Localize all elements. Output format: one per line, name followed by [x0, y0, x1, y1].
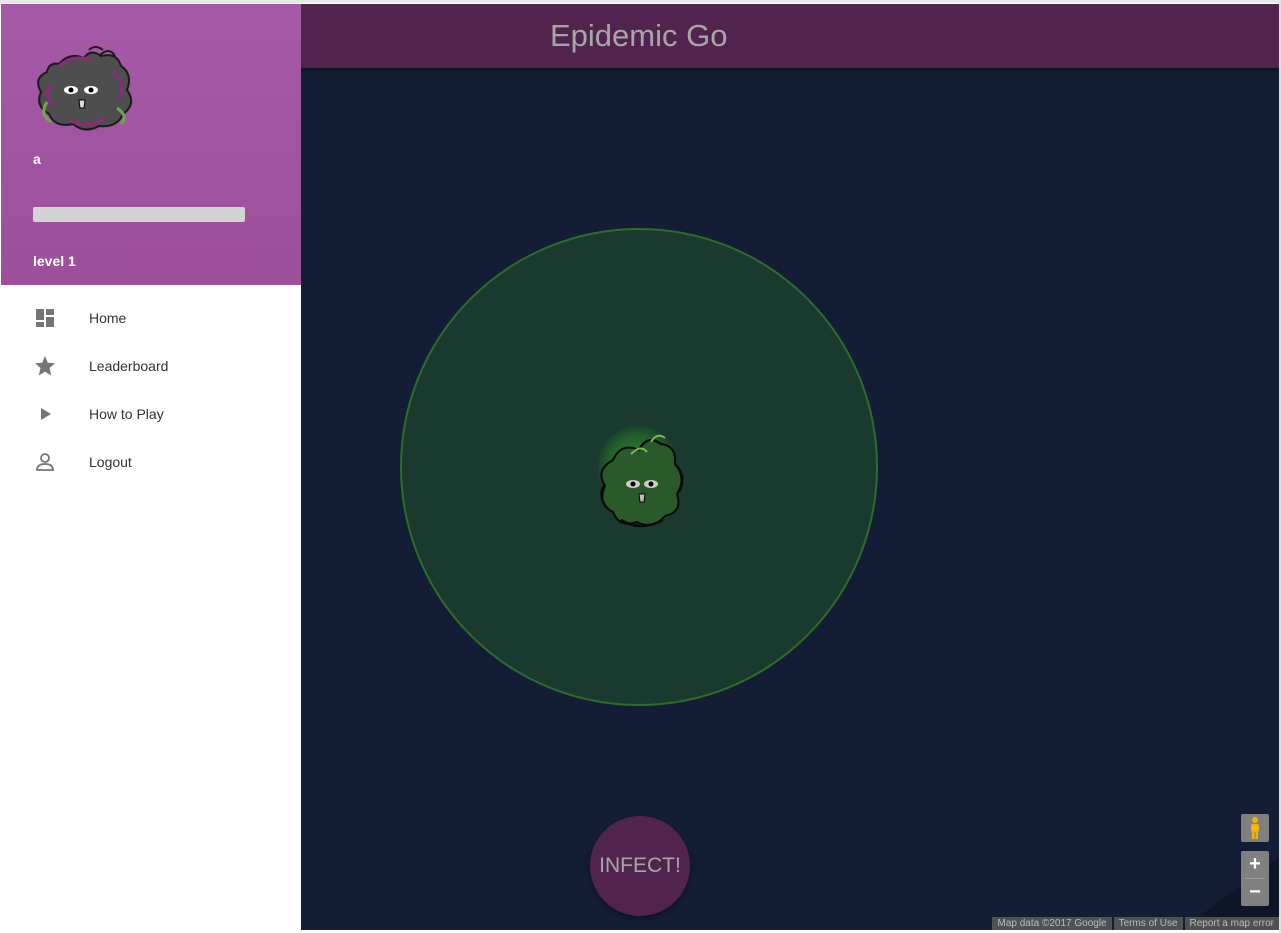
infect-button[interactable]: INFECT!	[590, 816, 690, 916]
sidebar-item-label: Home	[89, 310, 127, 326]
player-virus-icon[interactable]	[591, 424, 691, 534]
person-icon	[36, 453, 54, 471]
map-attribution: Map data ©2017 Google Terms of Use Repor…	[990, 917, 1279, 930]
zoom-in-button[interactable]: +	[1241, 851, 1269, 878]
dashboard-icon	[36, 309, 54, 327]
sidebar-item-label: How to Play	[89, 406, 164, 422]
sidebar: a level 1 Home Leaderboard How to Play L…	[1, 4, 301, 930]
sidebar-item-logout[interactable]: Logout	[1, 439, 301, 487]
street-view-pegman[interactable]	[1241, 814, 1269, 842]
map-data-credit: Map data ©2017 Google	[992, 917, 1112, 930]
username: a	[33, 151, 41, 167]
sidebar-item-label: Leaderboard	[89, 358, 169, 374]
star-icon	[35, 356, 55, 376]
sidebar-item-how-to-play[interactable]: How to Play	[1, 391, 301, 439]
app-title: Epidemic Go	[550, 18, 728, 53]
sidebar-item-leaderboard[interactable]: Leaderboard	[1, 343, 301, 391]
sidebar-item-label: Logout	[89, 454, 132, 470]
zoom-out-button[interactable]: −	[1241, 879, 1269, 906]
level-label: level 1	[33, 253, 76, 269]
map-view[interactable]: Epidemic Go INFECT! + − Map data ©2017 G…	[301, 4, 1279, 930]
app-header: Epidemic Go	[301, 4, 1279, 68]
report-map-error-link[interactable]: Report a map error	[1184, 917, 1279, 930]
pegman-icon	[1251, 817, 1259, 839]
xp-progress-bar	[33, 207, 245, 222]
profile-panel: a level 1	[1, 4, 301, 285]
play-icon	[41, 408, 51, 420]
terms-of-use-link[interactable]: Terms of Use	[1113, 917, 1183, 930]
sidebar-nav: Home Leaderboard How to Play Logout	[1, 295, 301, 487]
sidebar-item-home[interactable]: Home	[1, 295, 301, 343]
zoom-controls: + −	[1241, 851, 1269, 906]
virus-avatar-icon	[37, 46, 133, 131]
